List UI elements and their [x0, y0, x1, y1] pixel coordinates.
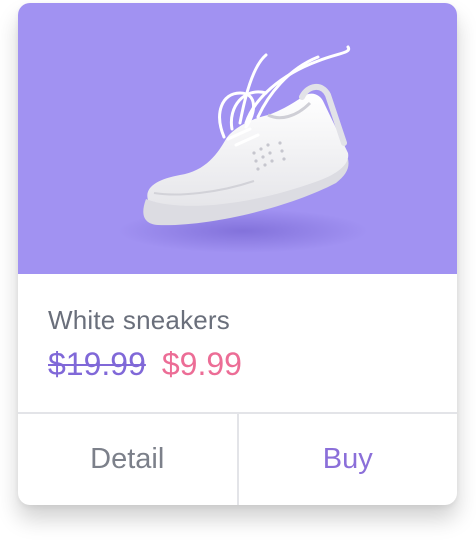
- product-card: White sneakers $19.99 $9.99 Detail Buy: [18, 3, 457, 505]
- buy-button[interactable]: Buy: [239, 414, 458, 505]
- product-image: [18, 3, 457, 274]
- price-row: $19.99 $9.99: [48, 346, 242, 383]
- sale-price: $9.99: [161, 346, 242, 382]
- action-bar: Detail Buy: [18, 412, 457, 505]
- original-price: $19.99: [48, 346, 146, 382]
- product-info: White sneakers $19.99 $9.99: [18, 274, 457, 412]
- detail-button[interactable]: Detail: [18, 414, 239, 505]
- product-title: White sneakers: [48, 305, 230, 335]
- sneaker-illustration: [118, 45, 368, 253]
